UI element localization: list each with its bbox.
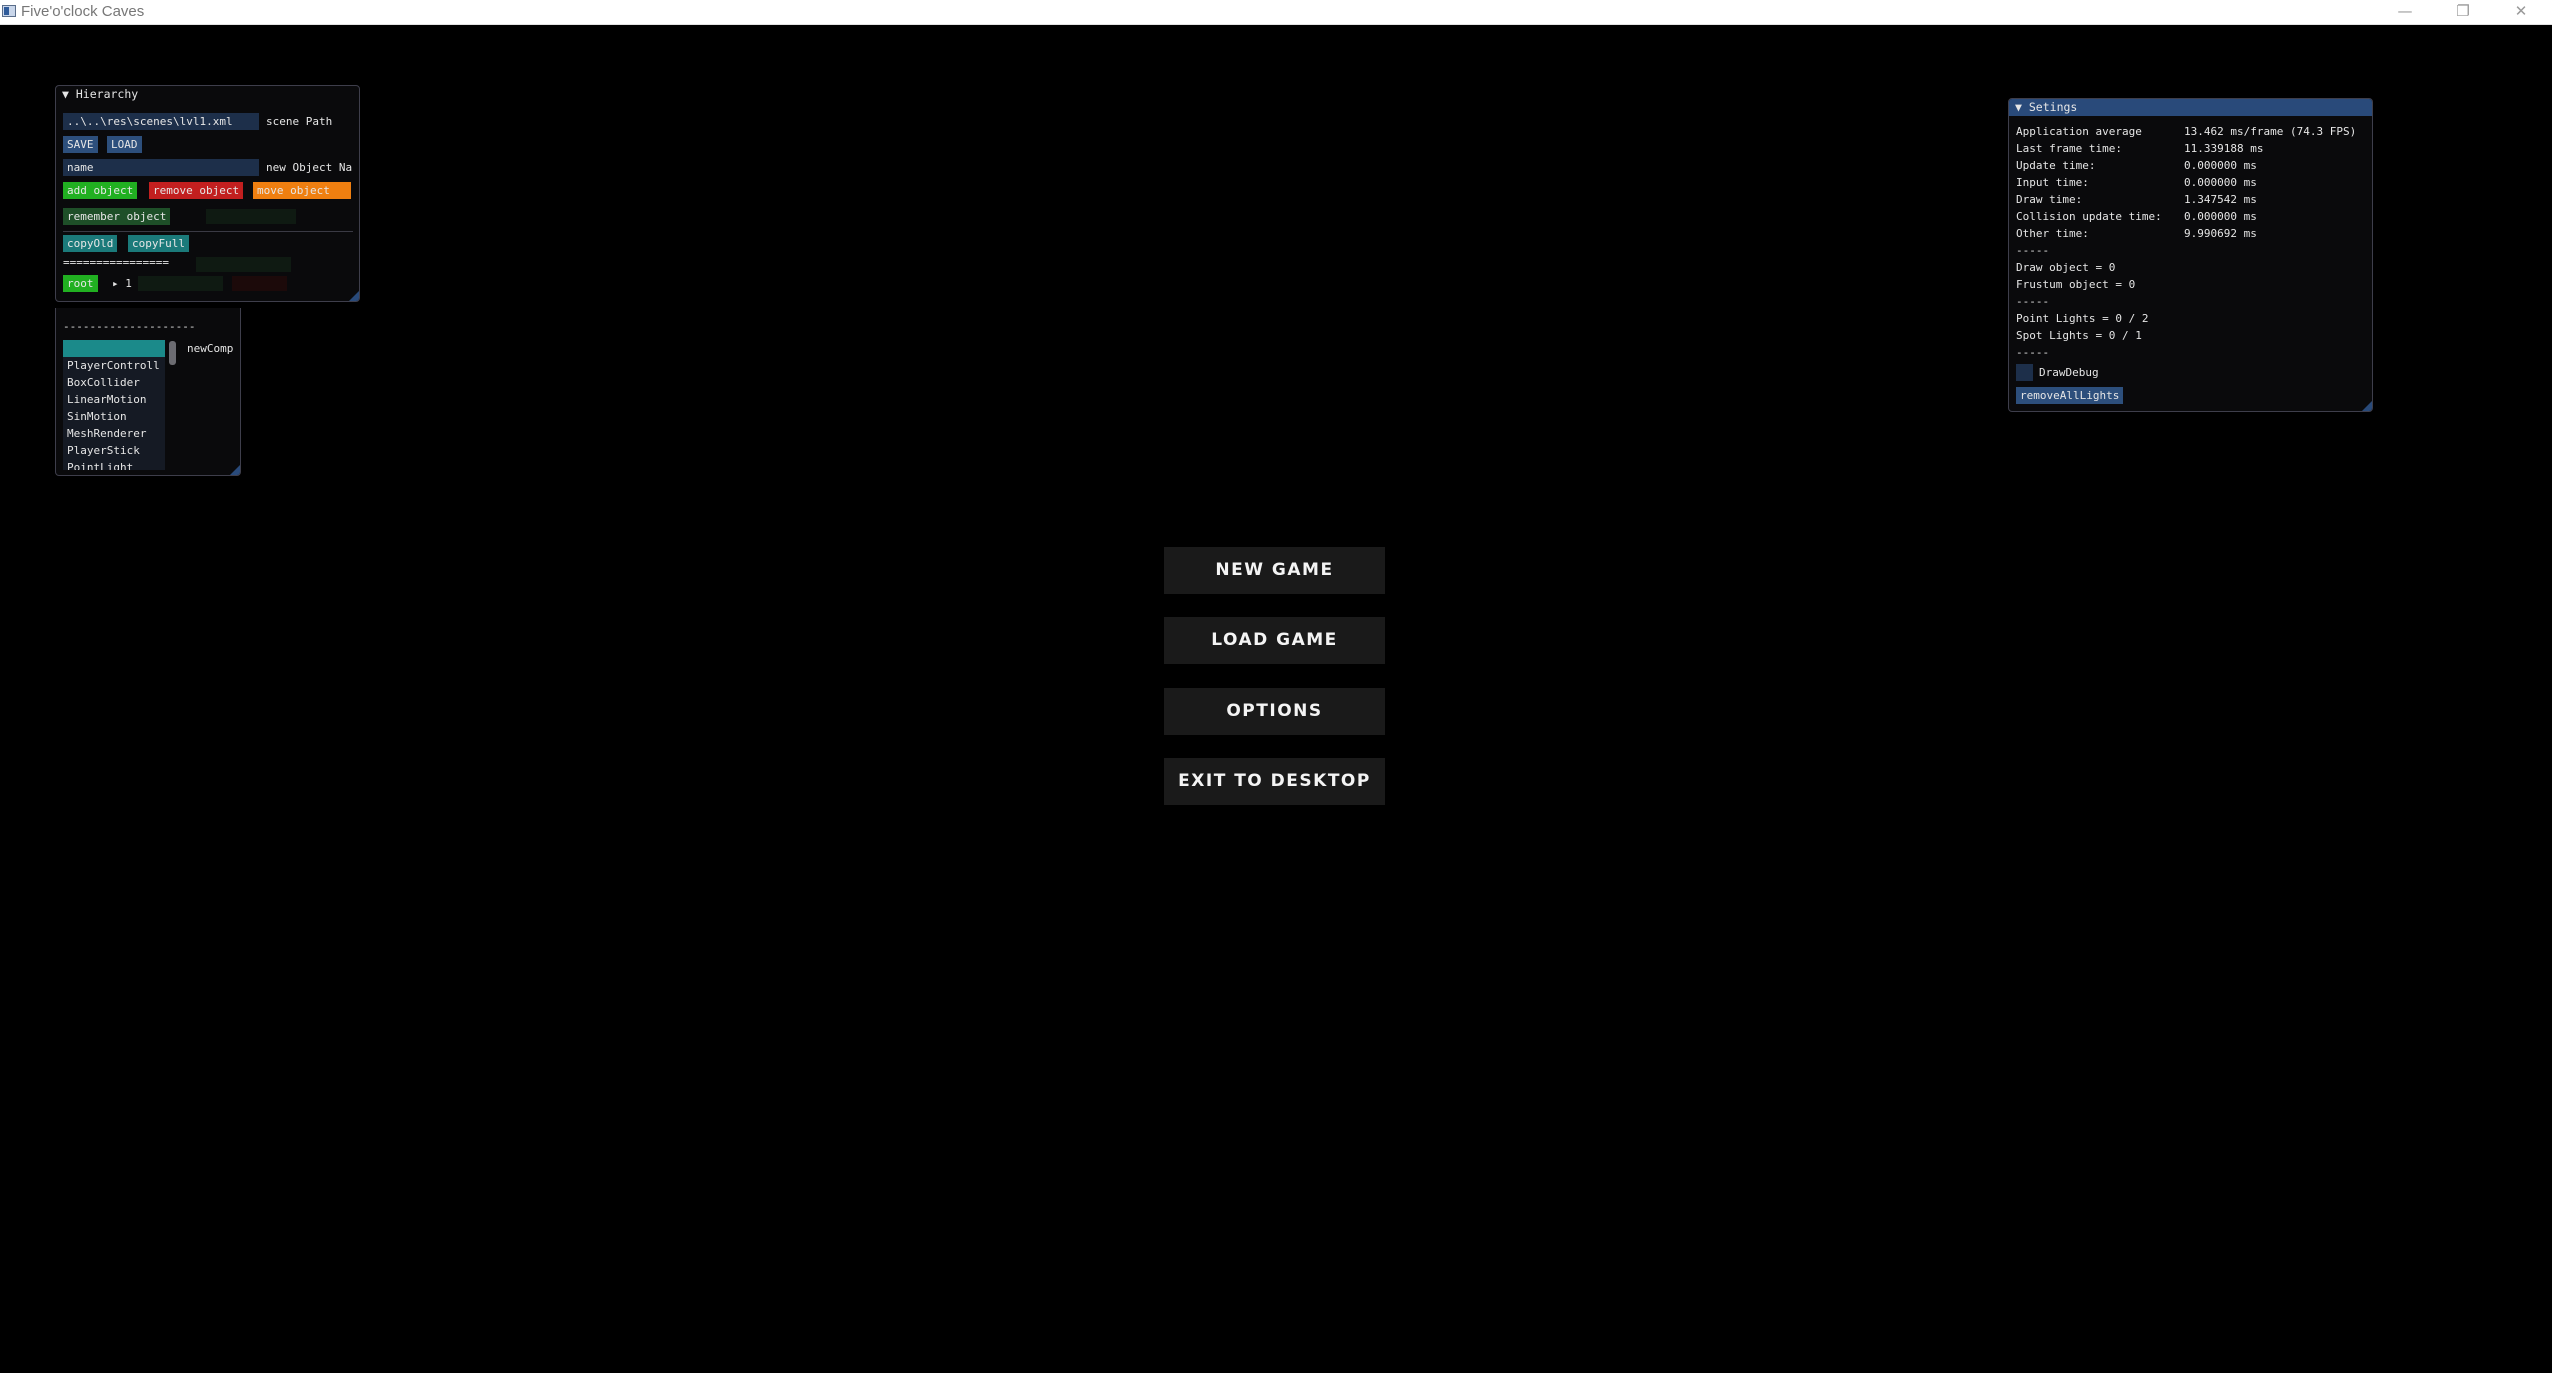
spot-lights-count: Spot Lights = 0 / 1 [2016,329,2142,342]
divider [63,231,353,232]
new-game-button[interactable]: NEW GAME [1164,547,1385,594]
divider-text: ----- [2016,295,2050,308]
object-name-input[interactable]: name [63,159,259,176]
listbox-scrollbar[interactable] [169,341,176,365]
list-item[interactable]: PointLight [63,459,165,470]
stat-label: Input time: [2016,176,2089,189]
settings-window: ▼ Setings Application average 13.462 ms/f… [2008,98,2373,412]
copy-old-button[interactable]: copyOld [63,235,118,252]
load-game-button[interactable]: LOAD GAME [1164,617,1385,664]
minimize-icon[interactable]: — [2382,0,2428,24]
stat-value: 0.000000 ms [2184,159,2257,172]
stat-label: Other time: [2016,227,2089,240]
tree-separator: ================ [63,256,169,269]
list-item[interactable]: LinearMotion [63,391,165,408]
stat-row: Update time: 0.000000 ms [2016,157,2257,174]
resize-grip[interactable] [2362,401,2372,411]
hierarchy-window: ▼ Hierarchy ..\..\res\scenes\lvl1.xml sc… [55,85,360,302]
stat-row: Input time: 0.000000 ms [2016,174,2257,191]
hidden-row-ghost [196,257,291,272]
stat-row: Draw time: 1.347542 ms [2016,191,2257,208]
stat-row: Application average 13.462 ms/frame (74.3… [2016,123,2356,140]
collapse-arrow-icon[interactable]: ▼ [2015,100,2022,114]
settings-header[interactable]: ▼ Setings [2009,99,2372,116]
move-object-button[interactable]: move object [253,182,351,199]
copy-full-button[interactable]: copyFull [128,235,189,252]
exit-to-desktop-button[interactable]: EXIT TO DESKTOP [1164,758,1385,805]
window-title-bar: Five'o'clock Caves — ❐ ✕ [0,0,2552,25]
stat-value: 1.347542 ms [2184,193,2257,206]
component-listbox[interactable]: PlayerControll BoxCollider LinearMotion … [63,340,165,470]
draw-debug-checkbox[interactable] [2016,364,2033,381]
stat-value: 9.990692 ms [2184,227,2257,240]
scene-path-label: scene Path [266,115,333,128]
save-button[interactable]: SAVE [63,136,98,153]
stat-label: Collision update time: [2016,210,2162,223]
list-item[interactable]: PlayerStick [63,442,165,459]
hierarchy-header[interactable]: ▼ Hierarchy [56,86,359,103]
list-item[interactable] [63,340,165,357]
load-button[interactable]: LOAD [107,136,142,153]
options-button[interactable]: OPTIONS [1164,688,1385,735]
stat-value: 0.000000 ms [2184,176,2257,189]
stat-label: Update time: [2016,159,2096,172]
stat-row: Other time: 9.990692 ms [2016,225,2257,242]
stat-value: 13.462 ms/frame (74.3 FPS) [2184,125,2357,138]
draw-debug-label: DrawDebug [2039,366,2099,379]
remember-object-button[interactable]: remember object [63,208,171,225]
point-lights-count: Point Lights = 0 / 2 [2016,312,2149,325]
list-item[interactable]: PlayerControll [63,357,165,374]
divider-text: ----- [2016,346,2050,359]
components-window: -------------------- PlayerControll BoxC… [55,308,241,476]
hidden-row-ghost [232,276,287,291]
list-item[interactable]: SinMotion [63,408,165,425]
stat-label: Last frame time: [2016,142,2122,155]
remove-object-button[interactable]: remove object [149,182,244,199]
divider-text: ----- [2016,244,2050,257]
resize-grip[interactable] [230,465,240,475]
stat-label: Application average [2016,125,2142,138]
object-name-label: new Object Na [266,161,353,174]
list-item[interactable]: BoxCollider [63,374,165,391]
resize-grip[interactable] [349,291,359,301]
stat-row: Collision update time: 0.000000 ms [2016,208,2257,225]
draw-object-count: Draw object = 0 [2016,261,2116,274]
window-title: Five'o'clock Caves [21,3,145,20]
stat-row: Last frame time: 11.339188 ms [2016,140,2263,157]
stat-value: 0.000000 ms [2184,210,2257,223]
tree-node-root[interactable]: root [63,275,98,292]
settings-title: Setings [2028,100,2078,114]
list-item[interactable]: MeshRenderer [63,425,165,442]
app-icon [2,5,16,17]
hidden-row-ghost [206,209,296,224]
scene-path-input[interactable]: ..\..\res\scenes\lvl1.xml [63,113,259,130]
restore-icon[interactable]: ❐ [2440,0,2486,24]
stat-value: 11.339188 ms [2184,142,2264,155]
frustum-object-count: Frustum object = 0 [2016,278,2136,291]
stat-label: Draw time: [2016,193,2083,206]
tree-node-child[interactable]: ▸ 1 [112,275,132,292]
new-comp-label: newComp [187,342,234,355]
remove-all-lights-button[interactable]: removeAllLights [2016,387,2124,404]
add-object-button[interactable]: add object [63,182,138,199]
close-icon[interactable]: ✕ [2498,0,2544,24]
hierarchy-title: Hierarchy [75,87,139,101]
hidden-row-ghost [138,276,223,291]
collapse-arrow-icon[interactable]: ▼ [62,87,69,101]
components-separator: -------------------- [63,320,196,333]
